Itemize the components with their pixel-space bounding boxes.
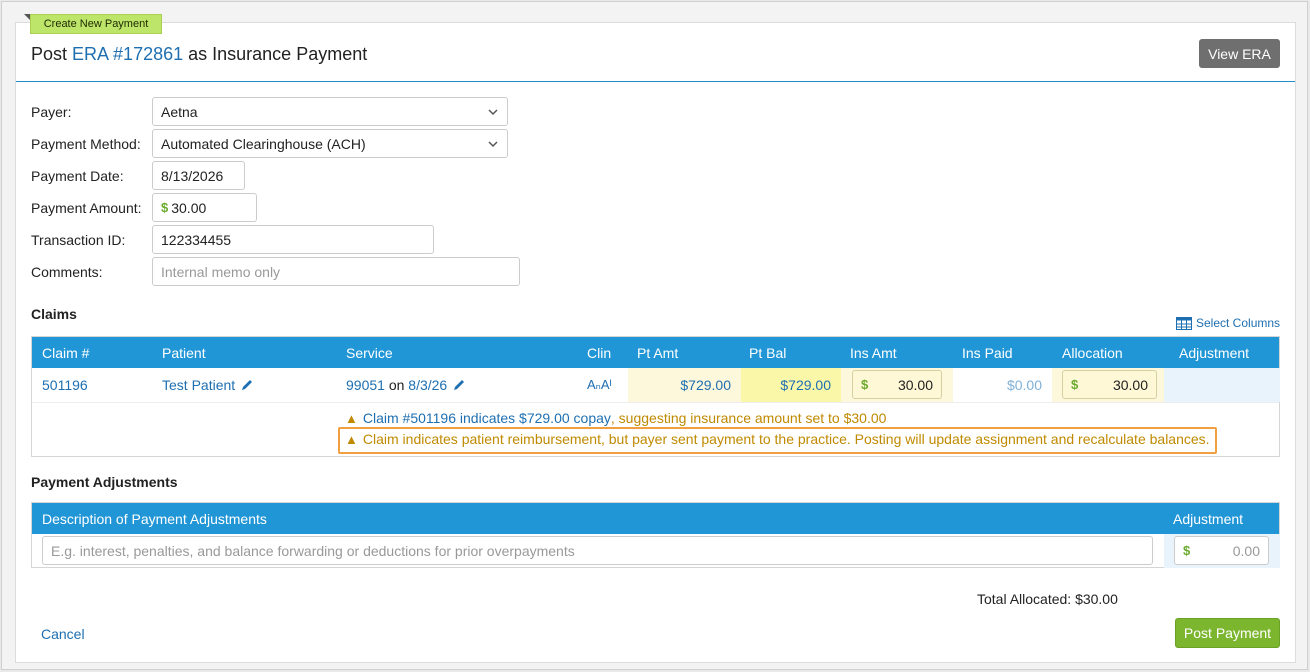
create-new-payment-badge: Create New Payment [30,14,162,34]
col-clin[interactable]: Clin [587,345,611,361]
warning-triangle-icon: ▲ [345,431,358,447]
copay-warning-link[interactable]: Claim #501196 indicates $729.00 copay [363,410,611,426]
pencil-icon[interactable] [240,378,254,392]
col-ins-amt[interactable]: Ins Amt [850,345,897,361]
reimbursement-warning-text: Claim indicates patient reimbursement, b… [362,431,1210,447]
pencil-icon[interactable] [452,378,466,392]
comments-input[interactable]: Internal memo only [152,257,520,286]
service-date-link[interactable]: 8/3/26 [408,377,447,393]
payment-adjustments-heading: Payment Adjustments [31,474,178,490]
payment-method-label: Payment Method: [31,136,141,152]
service-code-link[interactable]: 99051 [346,377,385,393]
payment-method-select[interactable]: Automated Clearinghouse (ACH) [152,129,508,158]
dollar-icon: $ [161,200,169,215]
era-link[interactable]: ERA #172861 [72,44,183,64]
chevron-down-icon [488,141,498,148]
adjustment-amount-placeholder: 0.00 [1232,542,1260,559]
payment-amount-value: 30.00 [171,199,207,216]
col-pt-amt[interactable]: Pt Amt [637,345,678,361]
clinician-initials[interactable]: AₙAᴵ [587,377,612,393]
dollar-icon: $ [861,377,869,392]
title-suffix: as Insurance Payment [183,44,368,64]
row-divider [32,402,1279,403]
pt-bal-value: $729.00 [780,377,831,393]
col-adjustment[interactable]: Adjustment [1179,345,1249,361]
total-allocated: Total Allocated: $30.00 [977,591,1118,607]
copay-warning: ▲ Claim #501196 indicates $729.00 copay,… [345,410,886,426]
page-title: Post ERA #172861 as Insurance Payment [31,44,367,65]
col-service[interactable]: Service [346,345,393,361]
ins-paid-value: $0.00 [1006,377,1042,393]
table-grid-icon [1176,316,1192,330]
allocation-input[interactable]: $ 30.00 [1062,370,1157,399]
adjustment-bg [1164,368,1280,402]
total-allocated-label: Total Allocated: [977,591,1072,607]
copay-warning-text: , suggesting insurance amount set to $30… [610,410,887,426]
comments-label: Comments: [31,264,103,280]
claims-table-header: Claim # Patient Service Clin Pt Amt Pt B… [32,337,1279,368]
patient-link[interactable]: Test Patient [162,377,235,393]
col-pt-bal[interactable]: Pt Bal [749,345,786,361]
select-columns-link[interactable]: Select Columns [1176,316,1280,330]
payment-method-value: Automated Clearinghouse (ACH) [161,135,366,152]
patient-cell: Test Patient [162,377,254,393]
adjustments-table: Description of Payment Adjustments Adjus… [31,502,1280,568]
chevron-down-icon [488,109,498,116]
allocation-value: 30.00 [1112,376,1148,393]
service-on-text: on [384,377,409,393]
dollar-icon: $ [1183,543,1191,558]
col-claim[interactable]: Claim # [42,345,89,361]
col-description: Description of Payment Adjustments [42,511,267,527]
payer-select[interactable]: Aetna [152,97,508,126]
select-columns-label: Select Columns [1196,316,1281,330]
claim-number-link[interactable]: 501196 [42,377,88,393]
claims-heading: Claims [31,306,77,322]
ins-amt-input[interactable]: $ 30.00 [852,370,942,399]
col-adjustment-amount: Adjustment [1173,511,1244,527]
title-divider [16,81,1295,82]
adjustment-description-input[interactable]: E.g. interest, penalties, and balance fo… [42,536,1153,565]
service-cell: 99051 on 8/3/26 [346,377,466,393]
total-allocated-value: $30.00 [1075,591,1118,607]
payment-date-input[interactable]: 8/13/2026 [152,161,245,190]
col-allocation[interactable]: Allocation [1062,345,1123,361]
payment-amount-label: Payment Amount: [31,200,142,216]
adjustment-amount-input[interactable]: $ 0.00 [1174,536,1269,565]
cancel-link[interactable]: Cancel [41,626,85,642]
reimbursement-warning: ▲ Claim indicates patient reimbursement,… [345,431,1210,447]
pt-amt-value: $729.00 [680,377,731,393]
transaction-id-input[interactable]: 122334455 [152,225,434,254]
dollar-icon: $ [1071,377,1079,392]
payer-value: Aetna [161,103,198,120]
ins-amt-value: 30.00 [897,376,933,393]
post-payment-button[interactable]: Post Payment [1175,618,1280,648]
adjustments-table-header: Description of Payment Adjustments Adjus… [32,503,1279,534]
warning-triangle-icon: ▲ [345,410,358,426]
title-prefix: Post [31,44,73,64]
col-patient[interactable]: Patient [162,345,206,361]
payment-date-label: Payment Date: [31,168,124,184]
payment-amount-input[interactable]: $ 30.00 [152,193,257,222]
view-era-button[interactable]: View ERA [1199,39,1280,68]
col-ins-paid[interactable]: Ins Paid [962,345,1013,361]
transaction-id-label: Transaction ID: [31,232,126,248]
payer-label: Payer: [31,104,72,120]
